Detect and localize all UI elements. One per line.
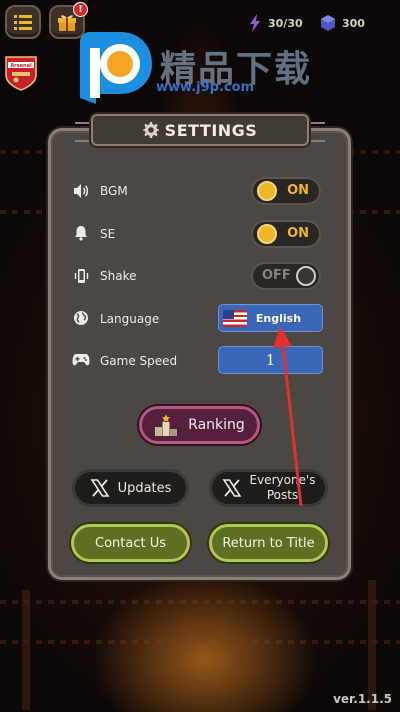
language-select[interactable]: English [218,304,323,332]
bell-icon [72,224,90,242]
version-label: ver.1.1.5 [333,692,392,706]
se-label: SE [100,227,116,241]
ranking-label: Ranking [188,417,245,433]
updates-button[interactable]: Updates [72,469,189,507]
toggle-knob [257,224,277,244]
energy-counter: 30/30 [248,13,303,33]
gamepad-icon [72,351,90,369]
posts-label-line2: Posts [266,488,299,502]
menu-list-icon [14,15,32,30]
se-toggle-state: ON [287,226,309,241]
posts-label-line1: Everyone's [249,473,316,487]
podium-icon [155,414,178,436]
language-label: Language [100,312,160,326]
return-to-title-button[interactable]: Return to Title [209,524,328,562]
game-speed-select[interactable]: 1 [218,346,323,374]
lightning-icon [250,14,260,32]
shake-toggle-state: OFF [262,268,291,283]
game-speed-label: Game Speed [100,354,178,368]
updates-label: Updates [117,480,172,496]
shake-label: Shake [100,269,137,283]
us-flag-icon [223,309,247,327]
bgm-label: BGM [100,184,128,198]
contact-us-button[interactable]: Contact Us [71,524,190,562]
crest-text: Arsenal [10,63,32,69]
language-value: English [255,311,302,325]
settings-title-banner: SETTINGS [75,114,325,146]
speaker-icon [72,182,90,200]
toggle-knob [296,266,316,286]
arsenal-crest-logo[interactable]: Arsenal [4,55,38,91]
bgm-toggle[interactable]: ON [251,177,321,205]
x-logo-icon [222,479,241,497]
gem-value: 300 [342,16,365,30]
energy-value: 30/30 [268,16,303,30]
everyones-posts-button[interactable]: Everyone's Posts [209,469,328,507]
gem-counter: 300 [320,13,365,33]
watermark-url: www.j9p.com [156,80,255,95]
notification-badge: ! [73,2,88,17]
x-logo-icon [90,479,110,497]
vibrate-phone-icon [72,267,90,285]
menu-button[interactable] [5,5,41,39]
se-toggle[interactable]: ON [251,220,321,248]
posts-label: Everyone's Posts [250,473,316,503]
settings-title: SETTINGS [164,120,258,140]
ranking-button[interactable]: Ranking [139,406,260,444]
watermark-logo [72,28,156,108]
bgm-toggle-state: ON [287,183,309,198]
gear-icon [142,122,159,138]
gem-icon [321,15,335,31]
globe-icon [72,309,90,327]
toggle-knob [257,181,277,201]
shake-toggle[interactable]: OFF [251,262,321,290]
